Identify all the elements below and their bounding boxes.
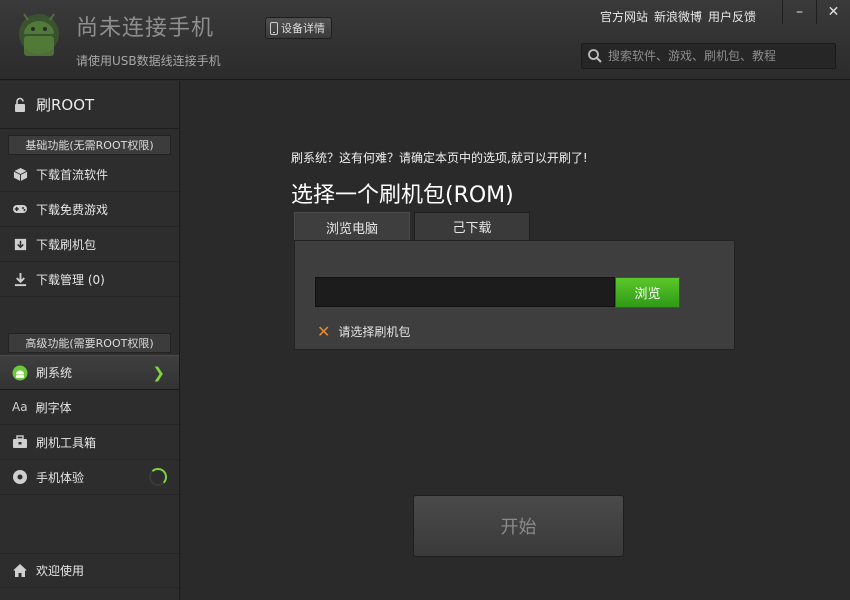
font-icon: Aa: [12, 400, 28, 414]
sidebar-item-label: 手机体验: [36, 470, 85, 485]
android-logo: [19, 13, 59, 56]
gamepad-icon: [12, 201, 28, 217]
sidebar-item-label: 刷字体: [35, 400, 72, 415]
sidebar-item-label: 下载免费游戏: [36, 202, 109, 217]
app-header: 尚未连接手机 请使用USB数据线连接手机 设备详情 官方网站 新浪微博 用户反馈…: [0, 0, 850, 80]
phone-icon: [270, 21, 278, 35]
sidebar-item-download-apps[interactable]: 下载首流软件: [0, 157, 179, 192]
page-title: 选择一个刷机包(ROM): [291, 183, 514, 208]
section-advanced-header: 高级功能(需要ROOT权限): [8, 333, 171, 353]
device-details-button[interactable]: 设备详情: [265, 17, 332, 39]
hint-text: 刷系统？这有何难？请确定本页中的选项,就可以开刷了!: [291, 151, 588, 165]
package-icon: [12, 236, 28, 252]
main-content: 刷系统？这有何难？请确定本页中的选项,就可以开刷了! 选择一个刷机包(ROM) …: [181, 81, 850, 600]
top-links: 官方网站 新浪微博 用户反馈: [600, 8, 756, 25]
sidebar-item-download-manager[interactable]: 下载管理 (0): [0, 262, 179, 297]
sidebar-item-label: 下载刷机包: [36, 237, 97, 252]
warning-x-icon: ✕: [317, 321, 331, 341]
app-title: 尚未连接手机: [76, 16, 215, 41]
sidebar-item-label: 欢迎使用: [36, 564, 85, 578]
search-input[interactable]: [608, 45, 835, 67]
feedback-link[interactable]: 用户反馈: [708, 8, 756, 25]
experience-icon: [12, 469, 28, 485]
search-box: [581, 43, 836, 69]
chevron-right-icon: ❯: [152, 363, 165, 382]
sidebar-item-label: 刷机工具箱: [36, 435, 97, 450]
sidebar-item-download-roms[interactable]: 下载刷机包: [0, 227, 179, 262]
home-icon: [12, 563, 28, 578]
sidebar-item-welcome[interactable]: 欢迎使用: [0, 553, 179, 588]
window-controls: – ✕: [782, 0, 850, 24]
minimize-button[interactable]: –: [782, 0, 816, 24]
sidebar-item-label: 刷系统: [36, 366, 73, 380]
sidebar-item-label: 刷ROOT: [36, 96, 95, 114]
sidebar-item-label: 下载管理 (0): [36, 272, 105, 287]
sidebar-item-toolbox[interactable]: 刷机工具箱: [0, 425, 179, 460]
device-details-label: 设备详情: [281, 22, 325, 35]
download-icon: [12, 271, 28, 287]
tab-browse-computer[interactable]: 浏览电脑: [294, 212, 410, 241]
app-subtitle: 请使用USB数据线连接手机: [76, 54, 221, 68]
sidebar-item-label: 下载首流软件: [36, 167, 109, 182]
source-tabs: 浏览电脑 己下载: [294, 212, 530, 241]
cube-icon: [12, 166, 28, 182]
sidebar-item-flash-font[interactable]: Aa 刷字体: [0, 390, 179, 425]
loading-spinner-icon: [149, 468, 167, 486]
warning-message: ✕ 请选择刷机包: [317, 323, 410, 340]
unlock-icon: [15, 97, 25, 112]
search-icon[interactable]: [582, 44, 608, 68]
sidebar-item-phone-experience[interactable]: 手机体验: [0, 460, 179, 495]
weibo-link[interactable]: 新浪微博: [654, 8, 702, 25]
browse-button[interactable]: 浏览: [615, 277, 680, 308]
section-basic-header: 基础功能(无需ROOT权限): [8, 135, 171, 155]
sidebar: 刷ROOT 基础功能(无需ROOT权限) 下载首流软件 下载免费游戏 下载刷机包…: [0, 81, 180, 600]
rom-path-field[interactable]: [315, 277, 615, 307]
toolbox-icon: [12, 434, 28, 450]
sidebar-item-flash-system[interactable]: 刷系统 ❯: [0, 355, 179, 390]
official-site-link[interactable]: 官方网站: [600, 8, 648, 25]
close-button[interactable]: ✕: [816, 0, 850, 24]
sidebar-item-download-games[interactable]: 下载免费游戏: [0, 192, 179, 227]
start-button[interactable]: 开始: [413, 495, 624, 557]
rom-select-panel: 浏览 ✕ 请选择刷机包: [294, 240, 735, 350]
sidebar-item-root[interactable]: 刷ROOT: [0, 81, 179, 129]
tab-downloaded[interactable]: 己下载: [414, 212, 530, 240]
warning-text: 请选择刷机包: [338, 325, 411, 339]
android-icon: [12, 365, 28, 381]
